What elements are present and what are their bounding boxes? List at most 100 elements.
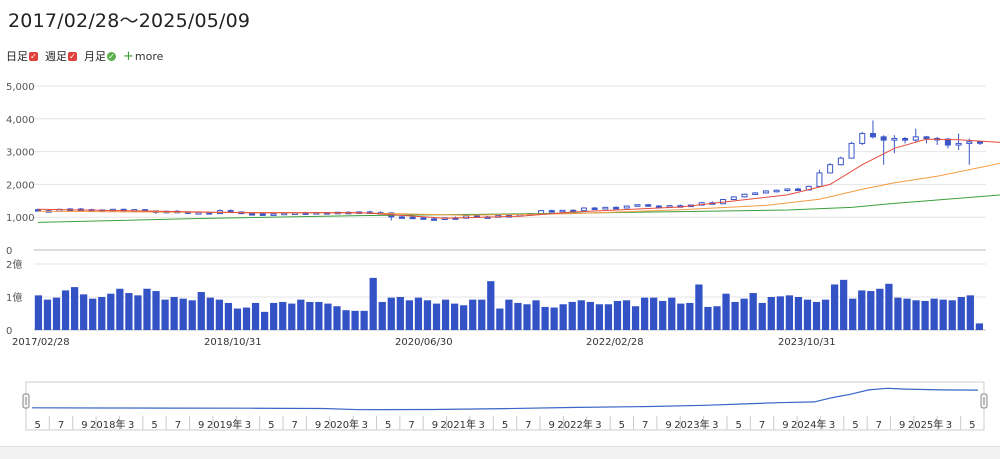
volume-bar [89,298,97,330]
volume-bar [704,306,712,330]
volume-bar [876,288,884,330]
candle-body [923,136,930,139]
price-tick-label: 5,000 [6,82,35,93]
volume-bar [650,297,658,330]
candle-body [281,212,288,216]
toggle-monthly[interactable]: 月足 ✓ [84,48,116,64]
navigator-label: 2025年 [908,418,943,431]
candle-body [580,207,587,212]
volume-bar [351,310,359,330]
volume-bar [161,299,169,330]
volume-bar [948,300,956,330]
toggle-daily-label: 日足 [6,50,28,63]
more-button[interactable]: + more [123,49,163,64]
x-axis-label: 2020/06/30 [395,337,453,348]
volume-bar [514,302,522,330]
navigator-label: 7 [525,420,531,431]
navigator-label: 7 [642,420,648,431]
candle-body [880,136,887,141]
navigator-label: 2019年 [207,418,242,431]
volume-bar [577,300,585,330]
navigator-label: 9 [665,420,671,431]
volume-bar [70,287,79,330]
volume-bar [396,297,404,330]
volume-bar [107,293,115,330]
volume-bar [758,302,766,330]
candle-body [795,188,802,191]
navigator-label: 5 [34,420,40,431]
volume-bar [550,307,558,330]
toggle-daily[interactable]: 日足 ✓ [6,48,38,64]
candle-body [655,205,662,209]
volume-bar [604,304,613,330]
candle-body [762,190,769,194]
candle-body [602,206,609,210]
volume-bar [631,306,640,330]
candle-body [195,212,202,215]
chart-toggles: 日足 ✓ 週足 ✓ 月足 ✓ + more [6,48,163,64]
candle-body [891,137,898,141]
volume-bar [505,299,513,330]
candle-body [548,210,555,213]
volume-bar [34,295,43,330]
candle-body [955,142,962,146]
navigator-label: 5 [852,420,858,431]
volume-bar [206,297,214,330]
volume-bar [668,297,676,330]
navigator-label: 3 [362,420,368,431]
volume-bar [740,298,748,330]
volume-bar [523,304,531,330]
volume-bar [586,301,594,330]
navigator-label: 5 [268,420,274,431]
navigator-label: 2024年 [791,418,826,431]
navigator-label: 3 [245,420,251,431]
navigator-label: 2023年 [674,418,709,431]
volume-bar [333,306,341,330]
volume-bar [460,305,468,330]
volume-bar [794,297,803,330]
volume-bar [731,301,739,330]
toggle-weekly[interactable]: 週足 ✓ [45,48,77,64]
more-label: more [134,49,164,63]
volume-bar [966,295,974,330]
candle-body [912,136,919,141]
navigator-label: 7 [175,420,181,431]
volume-bar [260,311,269,330]
volume-bar [441,299,450,330]
volume-bar [360,310,368,330]
volume-bar [414,297,423,330]
volume-bar [713,306,721,330]
stock-chart[interactable]: 0 1,000 2,000 3,000 4,000 5,000 0 1億 2億 2017/02/2… [0,70,1000,446]
candle-body [848,142,855,159]
moving-average-long [37,194,1000,223]
volume-bar [659,300,667,330]
price-tick-label: 1,000 [6,213,35,224]
volume-bar [152,291,160,330]
volume-bar [939,299,947,330]
navigator-label: 2021年 [441,418,476,431]
volume-bar [61,290,70,330]
volume-bar [215,299,223,330]
volume-tick-label: 1億 [6,291,22,304]
volume-bar [812,301,821,330]
navigator-label: 9 [432,420,438,431]
volume-bar [867,291,875,330]
navigator-label: 5 [619,420,625,431]
volume-bar [224,302,233,330]
navigator-label: 9 [899,420,905,431]
candle-body [270,213,277,216]
volume-bar [975,323,983,330]
toggle-monthly-label: 月足 [84,50,106,63]
volume-bar [930,298,938,330]
volume-tick-label: 0 [6,326,12,337]
volume-bar [143,288,151,330]
price-tick-label: 0 [6,246,12,257]
volume-bar [279,301,287,330]
volume-bar [251,302,260,330]
candle-body [773,189,780,193]
volume-bar [233,308,242,330]
volume-bar [912,300,920,330]
bottom-strip [0,446,1000,459]
candle-body [634,204,641,207]
volume-bar [432,303,441,330]
